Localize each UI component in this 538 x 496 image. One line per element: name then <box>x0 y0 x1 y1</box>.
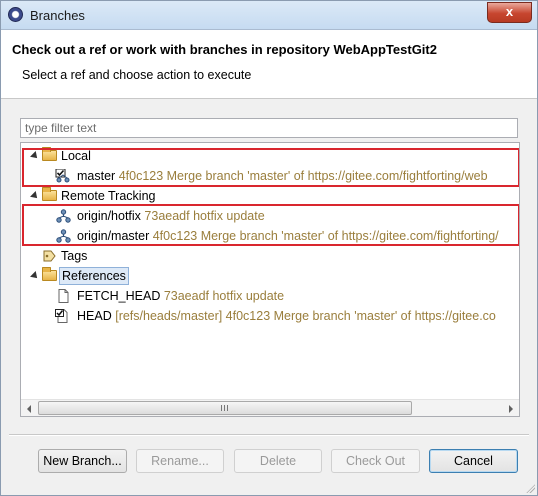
resize-grip-icon[interactable] <box>525 483 535 493</box>
checked-out-file-icon <box>55 309 68 323</box>
window-title: Branches <box>30 8 85 23</box>
commit-info: [refs/heads/master] 4f0c123 Merge branch… <box>115 309 496 323</box>
folder-open-icon <box>42 187 57 201</box>
branches-dialog: Branches x Check out a ref or work with … <box>0 0 538 496</box>
file-icon <box>58 289 69 303</box>
ref-name: HEAD <box>77 309 112 323</box>
cancel-button[interactable]: Cancel <box>429 449 518 473</box>
expanded-twisty-icon[interactable] <box>30 191 40 201</box>
header-subtitle: Select a ref and choose action to execut… <box>22 68 252 82</box>
filter-input[interactable] <box>20 118 518 138</box>
rename-button[interactable]: Rename... <box>136 449 224 473</box>
remote-tracking-label: Remote Tracking <box>61 189 156 203</box>
expanded-twisty-icon[interactable] <box>30 271 40 281</box>
tree-node-fetch-head[interactable]: FETCH_HEAD 73aeadf hotfix update <box>21 286 519 306</box>
scroll-left-arrow-icon[interactable] <box>27 405 31 413</box>
tag-icon <box>43 250 56 262</box>
scrollbar-thumb[interactable] <box>38 401 412 415</box>
tree-node-references[interactable]: References <box>21 266 519 286</box>
close-button[interactable]: x <box>487 2 532 23</box>
horizontal-scrollbar[interactable] <box>21 399 519 416</box>
tree-node-remote-tracking[interactable]: Remote Tracking <box>21 186 519 206</box>
tree-node-tags[interactable]: Tags <box>21 246 519 266</box>
scrollbar-grip-icon <box>221 405 229 411</box>
new-branch-button[interactable]: New Branch... <box>38 449 127 473</box>
references-label: References <box>59 267 129 285</box>
scroll-right-arrow-icon[interactable] <box>509 405 513 413</box>
highlight-box-remote <box>22 204 519 246</box>
tags-label: Tags <box>61 249 88 263</box>
delete-button[interactable]: Delete <box>234 449 322 473</box>
highlight-box-local <box>22 148 519 187</box>
commit-info: 73aeadf hotfix update <box>163 289 285 303</box>
title-bar: Branches x <box>1 1 537 30</box>
ref-tree[interactable]: Local master 4f0c123 Merge branch 'maste… <box>20 142 520 417</box>
folder-open-icon <box>42 267 57 281</box>
header-title: Check out a ref or work with branches in… <box>12 42 437 57</box>
ref-name: FETCH_HEAD <box>77 289 161 303</box>
footer-separator <box>9 434 529 436</box>
dialog-header: Check out a ref or work with branches in… <box>1 30 537 99</box>
eclipse-icon <box>8 7 23 22</box>
tree-node-head[interactable]: HEAD [refs/heads/master] 4f0c123 Merge b… <box>21 306 519 326</box>
check-out-button[interactable]: Check Out <box>331 449 420 473</box>
